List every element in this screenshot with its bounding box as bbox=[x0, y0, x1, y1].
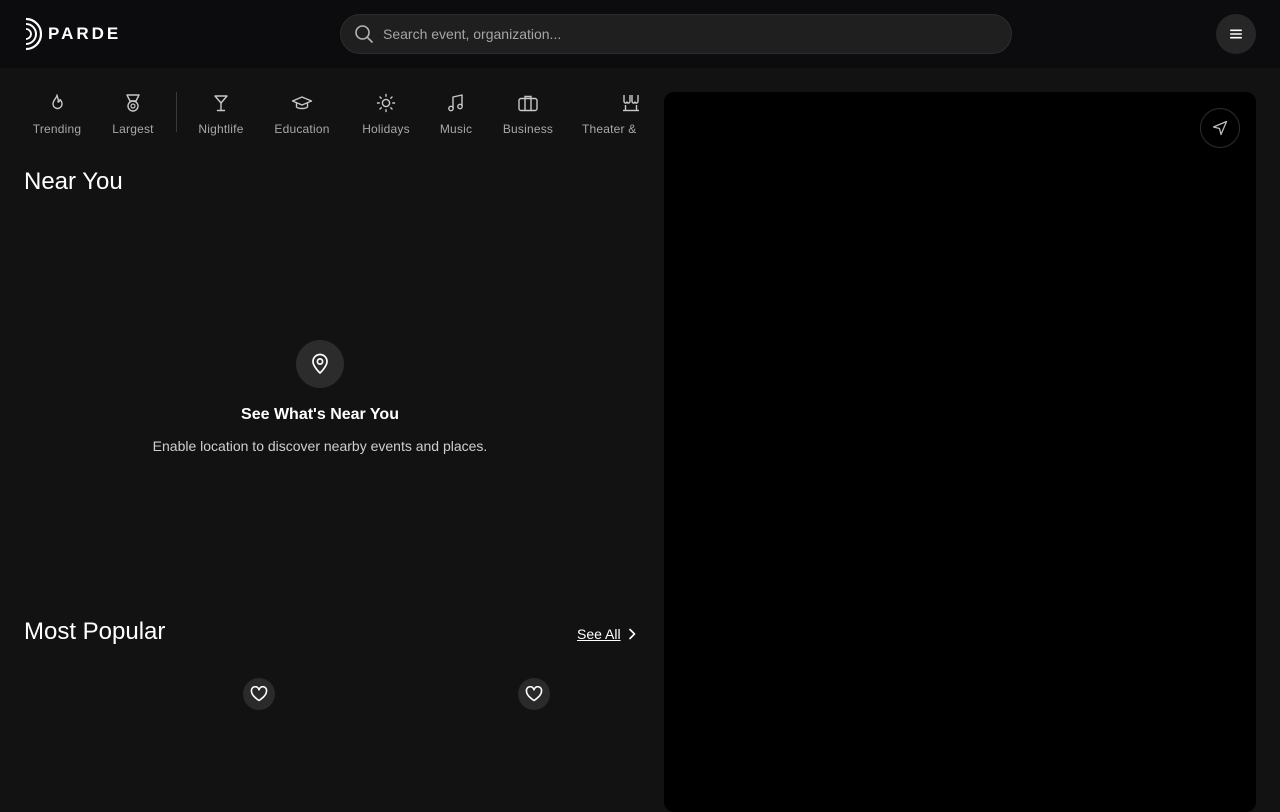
briefcase-icon bbox=[518, 95, 538, 112]
category-label: Business bbox=[502, 122, 554, 136]
search-icon bbox=[355, 25, 373, 43]
category-business[interactable]: Business bbox=[498, 88, 558, 144]
category-trending[interactable]: Trending bbox=[28, 88, 86, 144]
cocktail-icon bbox=[214, 95, 228, 112]
category-divider bbox=[176, 92, 177, 132]
heart-icon bbox=[525, 686, 543, 702]
category-label: Music bbox=[439, 122, 473, 136]
near-you-title: Near You bbox=[24, 168, 123, 195]
category-education[interactable]: Education bbox=[270, 88, 334, 144]
near-you-empty-state: See What's Near You Enable location to d… bbox=[24, 340, 616, 454]
navigation-arrow-icon bbox=[1212, 120, 1228, 136]
category-bar: Trending Largest Nightlife Education Hol… bbox=[18, 88, 640, 144]
graduation-cap-icon bbox=[291, 96, 313, 110]
category-label: Theater & bbox=[582, 122, 637, 136]
see-all-label: See All bbox=[577, 626, 621, 642]
search-input[interactable] bbox=[383, 26, 983, 42]
category-label: Holidays bbox=[362, 122, 410, 136]
most-popular-title: Most Popular bbox=[24, 618, 166, 645]
locate-me-button[interactable] bbox=[1200, 108, 1240, 148]
search-bar[interactable] bbox=[340, 14, 1012, 54]
favorite-button[interactable] bbox=[243, 678, 275, 710]
category-theater[interactable]: Theater & bbox=[581, 88, 640, 144]
near-you-empty-title: See What's Near You bbox=[241, 406, 399, 423]
category-nightlife[interactable]: Nightlife bbox=[194, 88, 248, 144]
category-music[interactable]: Music bbox=[436, 88, 476, 144]
category-label: Trending bbox=[32, 122, 82, 136]
logo-text: PARDE bbox=[48, 24, 122, 43]
see-all-link[interactable]: See All bbox=[577, 626, 637, 642]
sun-icon bbox=[376, 93, 396, 113]
hamburger-icon bbox=[1230, 29, 1242, 39]
flame-icon bbox=[52, 94, 63, 110]
location-pin-icon bbox=[312, 353, 328, 374]
top-bar: PARDE bbox=[0, 0, 1280, 68]
chevron-right-icon bbox=[628, 628, 635, 640]
menu-button[interactable] bbox=[1216, 14, 1256, 54]
music-note-icon bbox=[448, 94, 463, 112]
near-you-empty-description: Enable location to discover nearby event… bbox=[152, 438, 488, 454]
favorite-button[interactable] bbox=[518, 678, 550, 710]
medal-icon bbox=[126, 94, 140, 112]
theater-icon bbox=[623, 95, 639, 112]
category-holidays[interactable]: Holidays bbox=[357, 88, 415, 144]
category-largest[interactable]: Largest bbox=[106, 88, 160, 144]
heart-icon bbox=[250, 686, 268, 702]
logo[interactable]: PARDE bbox=[24, 17, 121, 51]
location-pin-badge[interactable] bbox=[296, 340, 344, 388]
category-label: Largest bbox=[112, 122, 154, 136]
parde-logo-icon bbox=[25, 17, 42, 51]
category-label: Education bbox=[274, 122, 330, 136]
map-panel[interactable] bbox=[664, 92, 1256, 812]
category-label: Nightlife bbox=[198, 122, 244, 136]
